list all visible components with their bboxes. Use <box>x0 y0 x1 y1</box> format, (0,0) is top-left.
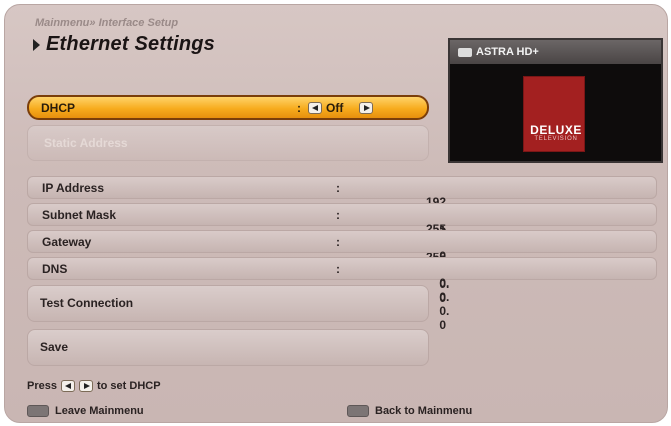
test-connection-label: Test Connection <box>40 296 134 310</box>
preview-header: ASTRA HD+ <box>450 40 661 64</box>
settings-panel: Mainmenu» Interface Setup Ethernet Setti… <box>4 4 668 423</box>
subnet-mask-row[interactable]: Subnet Mask : 255. 255. 255. 0 <box>27 203 657 278</box>
back-mainmenu-label: Back to Mainmenu <box>375 405 473 417</box>
back-key-icon <box>347 405 369 417</box>
title-arrow-icon <box>33 38 40 51</box>
left-key-icon <box>60 380 75 392</box>
ip-mode-field: Static Address <box>27 125 429 161</box>
breadcrumb: Mainmenu» Interface Setup <box>35 17 179 29</box>
hint-suffix: to set DHCP <box>96 380 161 392</box>
back-mainmenu-hint: Back to Mainmenu <box>347 405 472 417</box>
dhcp-value: Off <box>326 101 344 115</box>
channel-name: ASTRA HD+ <box>476 46 539 58</box>
dns-label: DNS <box>42 262 68 276</box>
tv-preview: ASTRA HD+ DELUXE TELEVISION <box>448 38 663 163</box>
leave-mainmenu-label: Leave Mainmenu <box>55 405 144 417</box>
ip-address-label: IP Address <box>42 181 105 195</box>
dhcp-hint: Press to set DHCP <box>27 380 161 392</box>
dns-row[interactable]: DNS : 0. 0. 0. 0 <box>27 257 657 332</box>
dhcp-left-arrow-icon[interactable] <box>308 102 322 114</box>
gateway-label: Gateway <box>42 235 92 249</box>
channel-badge-icon <box>458 47 472 57</box>
dns-colon: : <box>336 262 340 276</box>
gateway-colon: : <box>336 235 340 249</box>
subnet-mask-label: Subnet Mask <box>42 208 117 222</box>
dhcp-right-arrow-icon[interactable] <box>359 102 373 114</box>
ip-address-row[interactable]: IP Address : 192. 168. 1. 15 <box>27 176 657 251</box>
gateway-row[interactable]: Gateway : 0. 0. 0. 0 <box>27 230 657 305</box>
dhcp-colon: : <box>297 101 301 115</box>
test-connection-button[interactable]: Test Connection <box>27 285 429 322</box>
channel-logo-text: DELUXE <box>530 123 582 137</box>
save-label: Save <box>40 340 69 354</box>
page-title: Ethernet Settings <box>46 33 215 55</box>
ip-mode-label: Static Address <box>44 136 128 150</box>
subnet-mask-colon: : <box>336 208 340 222</box>
hint-prefix: Press <box>27 380 57 392</box>
ip-address-colon: : <box>336 181 340 195</box>
right-key-icon <box>78 380 93 392</box>
channel-logo-subtext: TELEVISION <box>534 136 578 142</box>
title-row: Ethernet Settings <box>33 33 215 56</box>
save-button[interactable]: Save <box>27 329 429 366</box>
menu-key-icon <box>27 405 49 417</box>
leave-mainmenu-hint: Leave Mainmenu <box>27 405 144 417</box>
dhcp-label: DHCP <box>41 101 76 115</box>
dhcp-row[interactable]: DHCP : Off <box>27 95 429 120</box>
